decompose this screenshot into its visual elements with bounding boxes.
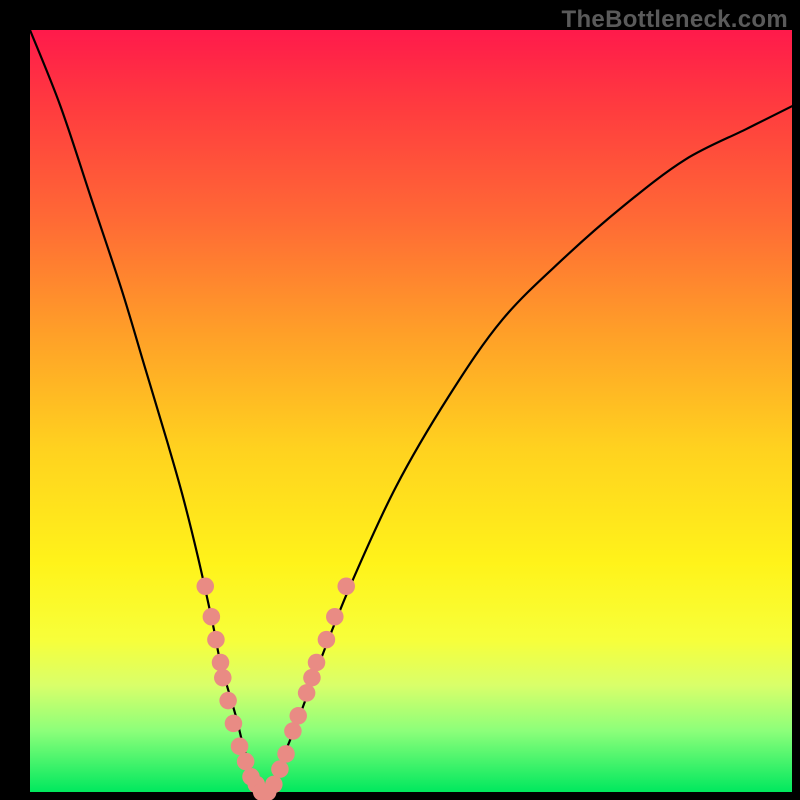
marker-dot xyxy=(318,631,336,649)
marker-dot xyxy=(196,577,214,595)
marker-dot xyxy=(265,776,283,794)
marker-dot xyxy=(207,631,225,649)
marker-dot xyxy=(231,738,249,756)
plot-area xyxy=(30,30,792,792)
chart-svg xyxy=(30,30,792,792)
marker-dot xyxy=(308,654,326,672)
bottleneck-curve xyxy=(30,30,792,792)
chart-frame: TheBottleneck.com xyxy=(0,0,800,800)
marker-dot xyxy=(298,684,316,702)
marker-dot xyxy=(284,722,302,740)
marker-dot xyxy=(237,753,255,771)
marker-dot xyxy=(225,715,243,733)
watermark-text: TheBottleneck.com xyxy=(562,6,788,34)
curve-markers xyxy=(196,577,354,800)
marker-dot xyxy=(271,760,289,778)
marker-dot xyxy=(337,577,355,595)
marker-dot xyxy=(212,654,230,672)
marker-dot xyxy=(303,669,321,687)
marker-dot xyxy=(326,608,344,626)
marker-dot xyxy=(214,669,232,687)
marker-dot xyxy=(203,608,221,626)
marker-dot xyxy=(289,707,307,725)
marker-dot xyxy=(219,692,237,710)
marker-dot xyxy=(277,745,295,763)
